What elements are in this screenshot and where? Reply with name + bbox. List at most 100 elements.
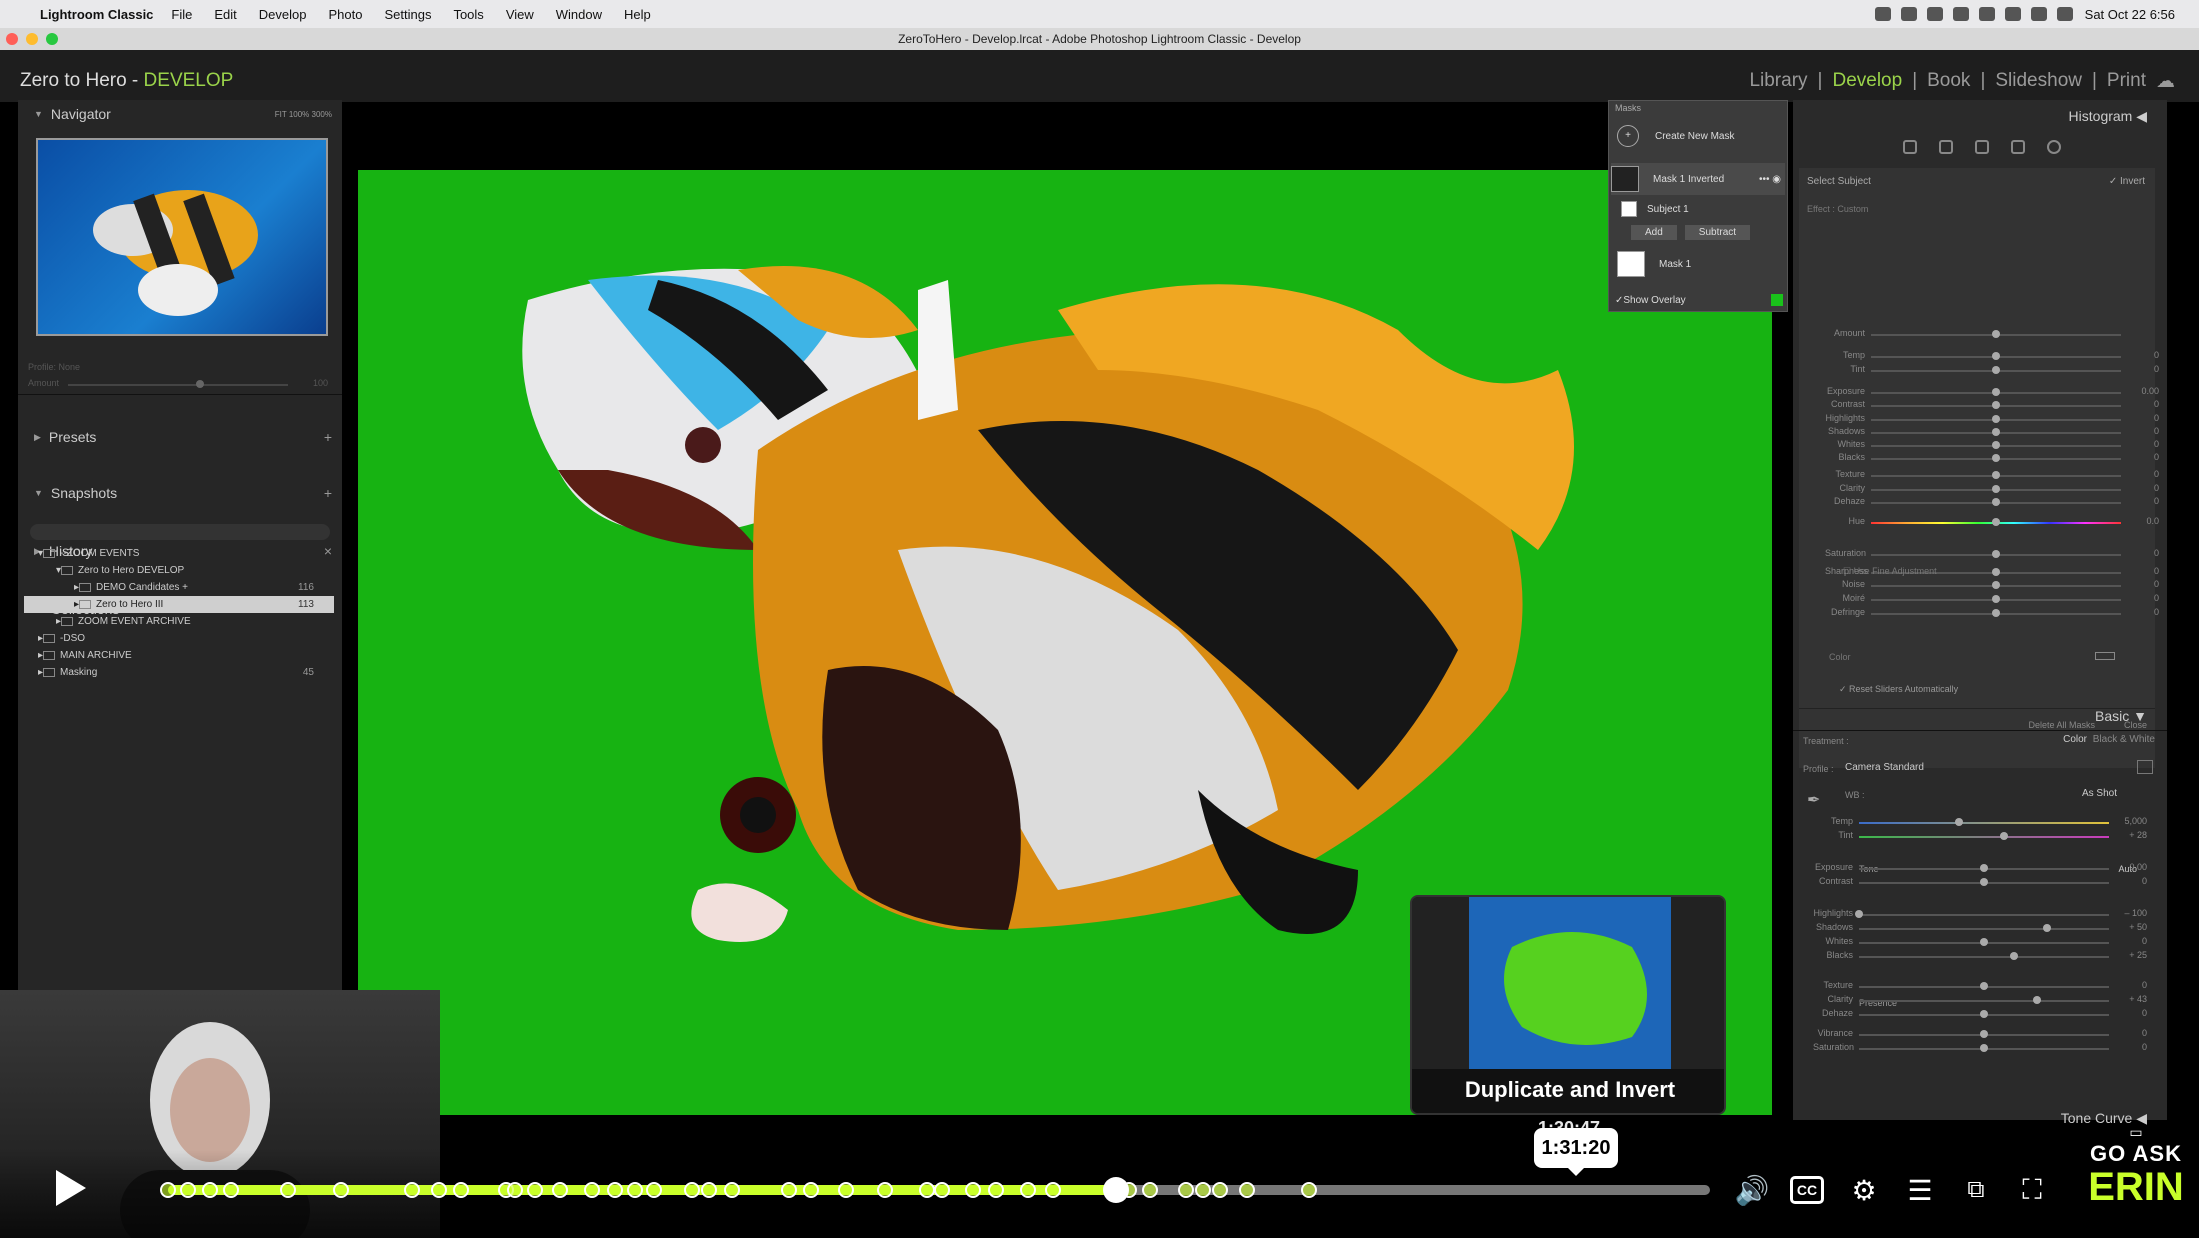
chapter-marker[interactable] [803,1182,819,1198]
slider-knob[interactable] [1992,568,2000,576]
slider-knob[interactable] [1992,550,2000,558]
menu-tools[interactable]: Tools [453,7,483,22]
tray-icon[interactable] [1926,7,1943,21]
module-library[interactable]: Library [1749,70,1807,93]
menu-window[interactable]: Window [556,7,602,22]
settings-gear-icon[interactable]: ⚙ [1846,1172,1882,1208]
slider-knob[interactable] [1992,581,2000,589]
add-preset-icon[interactable]: + [324,429,332,445]
slider-knob[interactable] [1992,471,2000,479]
slider-knob[interactable] [1980,1044,1988,1052]
slider-knob[interactable] [1992,366,2000,374]
collection-row[interactable]: ▾ Zero to Hero DEVELOP [24,562,334,579]
mask-slider-hue[interactable]: Hue 0.0 [1825,516,2165,530]
chapter-marker[interactable] [645,1182,662,1198]
slider-knob[interactable] [2000,832,2008,840]
module-slideshow[interactable]: Slideshow [1995,70,2082,93]
slider-knob[interactable] [1980,982,1988,990]
mask-slider-shadows[interactable]: Shadows 0 [1825,426,2165,440]
slider-knob[interactable] [1980,938,1988,946]
chapter-marker[interactable] [1301,1182,1318,1198]
chapter-marker[interactable] [403,1182,420,1198]
slider-track[interactable] [1859,914,2109,916]
treatment-bw-button[interactable]: Black & White [2093,734,2155,745]
basic-slider-exposure[interactable]: Exposure 0.00 [1813,862,2153,876]
collection-row-selected[interactable]: ▸ Zero to Hero III 113 [24,596,334,613]
create-new-mask-button[interactable]: + Create New Mask [1617,125,1734,147]
menu-settings[interactable]: Settings [384,7,431,22]
slider-knob[interactable] [2010,952,2018,960]
cloud-icon[interactable]: ☁ [2156,70,2175,93]
search-icon[interactable] [2056,7,2073,21]
overlay-color-swatch[interactable] [1771,294,1783,306]
minimize-window-button[interactable] [26,33,38,45]
slider-knob[interactable] [1992,518,2000,526]
slider-knob[interactable] [1992,485,2000,493]
tray-icon[interactable] [1952,7,1969,21]
amount-knob[interactable] [196,380,204,388]
basic-slider-vibrance[interactable]: Vibrance 0 [1813,1028,2153,1042]
module-print[interactable]: Print [2107,70,2146,93]
chapter-marker[interactable] [988,1182,1005,1198]
eyedropper-icon[interactable]: ✒ [1807,790,1827,810]
app-menu[interactable]: Lightroom Classic [40,7,153,22]
module-develop[interactable]: Develop [1832,70,1902,93]
collection-row[interactable]: ▸ MAIN ARCHIVE [24,647,334,664]
mask-slider-noise[interactable]: Noise 0 [1825,579,2165,593]
chapter-marker[interactable] [934,1182,951,1198]
tray-icon[interactable] [1978,7,1995,21]
mask-slider-amount[interactable]: Amount [1825,328,2165,342]
basic-slider-saturation[interactable]: Saturation 0 [1813,1042,2153,1056]
mask-slider-blacks[interactable]: Blacks 0 [1825,452,2165,466]
chapter-marker[interactable] [964,1182,981,1198]
chapter-marker[interactable] [551,1182,568,1198]
basic-slider-texture[interactable]: Texture 0 [1813,980,2153,994]
basic-header[interactable]: Basic ▼ [2095,708,2147,724]
tray-icon[interactable] [1900,7,1917,21]
collection-row[interactable]: ▸ Masking 45 [24,664,334,681]
slider-knob[interactable] [1992,498,2000,506]
slider-knob[interactable] [1992,401,2000,409]
navigator-header[interactable]: ▼ Navigator FIT 100% 300% [18,100,342,128]
slider-knob[interactable] [1992,441,2000,449]
module-book[interactable]: Book [1927,70,1970,93]
color-swatch[interactable] [2095,652,2115,660]
profile-select[interactable]: Camera Standard [1845,762,1924,773]
slider-knob[interactable] [1992,609,2000,617]
slider-knob[interactable] [2032,996,2041,1004]
chapter-marker[interactable] [918,1182,935,1198]
amount-track[interactable] [68,384,288,386]
more-icon[interactable]: ••• ◉ [1759,174,1781,185]
slider-knob[interactable] [1980,864,1988,872]
reset-sliders-checkbox[interactable]: ✓ Reset Sliders Automatically [1839,684,1958,695]
basic-slider-shadows[interactable]: Shadows + 50 [1813,922,2153,936]
menu-develop[interactable]: Develop [259,7,307,22]
mask-slider-whites[interactable]: Whites 0 [1825,439,2165,453]
snapshots-header[interactable]: ▼ Snapshots + [18,479,342,507]
wb-select[interactable]: As Shot [2082,788,2117,799]
tray-icon[interactable] [1874,7,1891,21]
slider-track[interactable] [1859,836,2109,838]
menu-edit[interactable]: Edit [214,7,236,22]
mask-1-inverted-row[interactable]: Mask 1 Inverted ••• ◉ [1611,163,1785,195]
effect-row[interactable]: Effect : Custom [1807,204,1868,214]
go-ask-erin-logo[interactable]: ▭ GO ASK ERIN [2078,1124,2194,1222]
picture-in-picture-icon[interactable]: ⧉ [1958,1172,1994,1208]
crop-tool-icon[interactable] [1939,140,1953,154]
chapter-marker[interactable] [452,1182,469,1198]
navigator-preview[interactable] [36,138,328,336]
mask-slider-highlights[interactable]: Highlights 0 [1825,413,2165,427]
basic-slider-temp[interactable]: Temp 5,000 [1813,816,2153,830]
mask-slider-clarity[interactable]: Clarity 0 [1825,483,2165,497]
slider-knob[interactable] [1980,878,1988,886]
edit-tool-icon[interactable] [1903,140,1917,154]
mask-subtract-button[interactable]: Subtract [1684,225,1751,240]
slider-knob[interactable] [1992,454,2000,462]
add-snapshot-icon[interactable]: + [324,485,332,501]
chapter-marker[interactable] [1045,1182,1062,1198]
mask-slider-contrast[interactable]: Contrast 0 [1825,399,2165,413]
mask-add-button[interactable]: Add [1631,225,1677,240]
slider-knob[interactable] [1992,388,2000,396]
chapter-marker[interactable] [506,1182,523,1198]
slider-track[interactable] [1859,956,2109,958]
